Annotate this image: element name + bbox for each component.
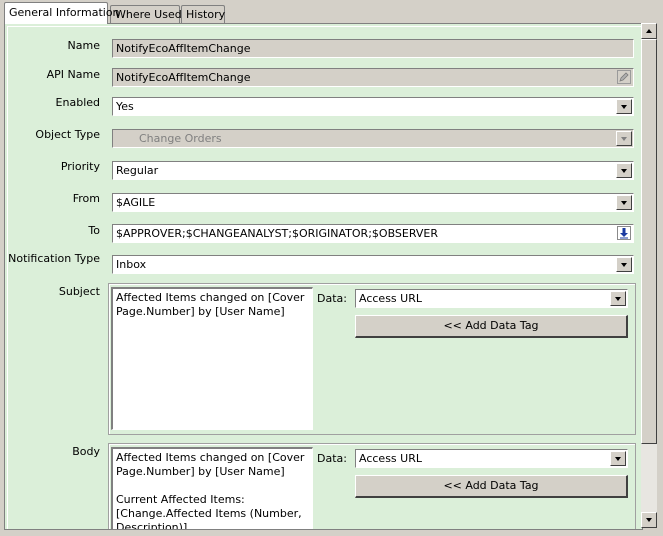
body-line: [116, 479, 309, 493]
name-value: NotifyEcoAffItemChange: [116, 42, 251, 55]
name-field[interactable]: NotifyEcoAffItemChange: [112, 39, 634, 58]
notification-type-value: Inbox: [116, 258, 147, 271]
body-data-select[interactable]: Access URL: [355, 449, 628, 468]
priority-select[interactable]: Regular: [112, 161, 634, 180]
api-name-value: NotifyEcoAffItemChange: [116, 71, 251, 84]
to-field[interactable]: $APPROVER;$CHANGEANALYST;$ORIGINATOR;$OB…: [112, 224, 634, 243]
enabled-select[interactable]: Yes: [112, 97, 634, 116]
body-line: Current Affected Items:: [116, 493, 245, 506]
body-data-value: Access URL: [359, 452, 422, 465]
to-label: To: [88, 224, 100, 237]
tab-label: History: [186, 8, 226, 21]
chevron-down-icon: [616, 131, 632, 146]
blue-down-arrow-icon[interactable]: [617, 226, 631, 240]
subject-data-select[interactable]: Access URL: [355, 289, 628, 308]
priority-label: Priority: [60, 160, 100, 173]
enabled-label: Enabled: [55, 96, 100, 109]
to-value: $APPROVER;$CHANGEANALYST;$ORIGINATOR;$OB…: [116, 227, 439, 240]
chevron-down-icon[interactable]: [616, 257, 632, 272]
enabled-value: Yes: [116, 100, 134, 113]
subject-textarea[interactable]: Affected Items changed on [Cover Page.Nu…: [111, 287, 313, 430]
priority-value: Regular: [116, 164, 159, 177]
object-type-select: Change Orders: [112, 129, 634, 148]
from-label: From: [72, 192, 100, 205]
notification-type-select[interactable]: Inbox: [112, 255, 634, 274]
object-type-label: Object Type: [35, 128, 100, 141]
add-data-tag-label: << Add Data Tag: [443, 479, 539, 492]
name-label: Name: [67, 39, 100, 52]
scroll-down-icon[interactable]: [641, 512, 657, 528]
body-line: Affected Items changed on [Cover: [116, 451, 305, 464]
body-line: Page.Number] by [User Name]: [116, 465, 285, 478]
chevron-down-icon[interactable]: [616, 163, 632, 178]
tab-where-used[interactable]: Where Used: [110, 5, 182, 24]
body-data-label: Data:: [317, 452, 347, 465]
subject-add-data-tag-button[interactable]: << Add Data Tag: [355, 315, 628, 338]
tab-label: Where Used: [115, 8, 182, 21]
from-select[interactable]: $AGILE: [112, 193, 634, 212]
object-type-value: Change Orders: [139, 132, 222, 145]
body-label: Body: [72, 445, 100, 458]
body-group: Affected Items changed on [Cover Page.Nu…: [108, 443, 636, 530]
body-line: Description)]: [116, 521, 188, 530]
body-textarea[interactable]: Affected Items changed on [Cover Page.Nu…: [111, 447, 313, 530]
body-add-data-tag-button[interactable]: << Add Data Tag: [355, 475, 628, 498]
vertical-scrollbar[interactable]: [641, 23, 657, 528]
subject-line: Page.Number] by [User Name]: [116, 305, 285, 318]
api-name-label: API Name: [46, 68, 100, 81]
chevron-down-icon[interactable]: [610, 451, 626, 466]
add-data-tag-label: << Add Data Tag: [443, 319, 539, 332]
chevron-down-icon[interactable]: [616, 99, 632, 114]
body-line: [Change.Affected Items (Number,: [116, 507, 302, 520]
subject-data-label: Data:: [317, 292, 347, 305]
panel-content: Name NotifyEcoAffItemChange API Name Not…: [7, 26, 642, 529]
scrollbar-thumb[interactable]: [641, 39, 657, 444]
scroll-up-icon[interactable]: [641, 23, 657, 39]
chevron-down-icon[interactable]: [616, 195, 632, 210]
edit-pencil-icon[interactable]: [617, 70, 631, 84]
subject-line: Affected Items changed on [Cover: [116, 291, 305, 304]
subject-label: Subject: [58, 285, 100, 298]
notification-type-label: Notification Type: [8, 252, 100, 265]
chevron-down-icon[interactable]: [610, 291, 626, 306]
tab-history[interactable]: History: [181, 5, 225, 24]
api-name-field[interactable]: NotifyEcoAffItemChange: [112, 68, 634, 87]
subject-group: Affected Items changed on [Cover Page.Nu…: [108, 283, 636, 435]
tab-general-information[interactable]: General Information: [4, 2, 120, 24]
from-value: $AGILE: [116, 196, 156, 209]
tab-label: General Information: [9, 6, 120, 19]
general-information-panel: Name NotifyEcoAffItemChange API Name Not…: [4, 23, 643, 530]
subject-data-value: Access URL: [359, 292, 422, 305]
